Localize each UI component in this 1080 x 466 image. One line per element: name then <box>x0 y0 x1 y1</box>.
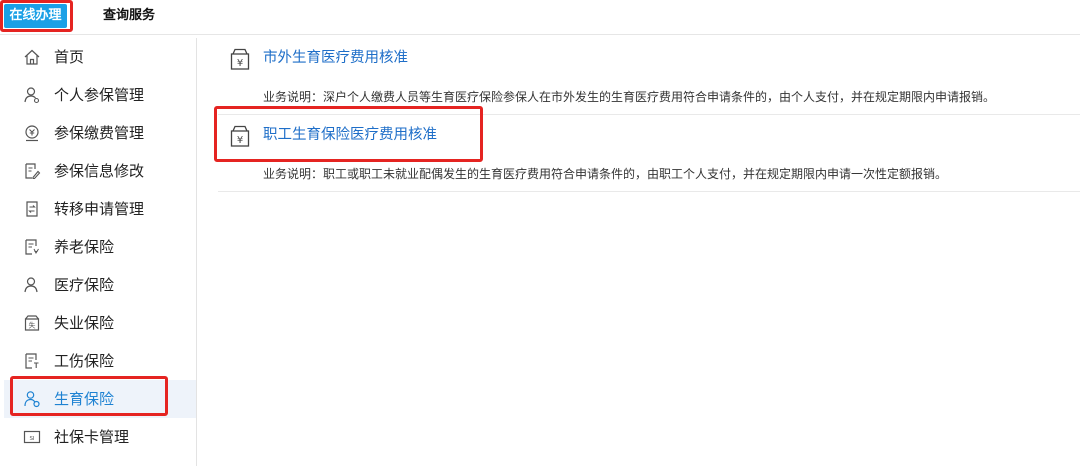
highlight-box-tab <box>0 0 73 32</box>
sidebar-item-injury[interactable]: 工伤保险 <box>4 342 196 380</box>
sidebar-item-transfer[interactable]: 转移申请管理 <box>4 190 196 228</box>
service-title[interactable]: 市外生育医疗费用核准 <box>263 46 408 67</box>
sidebar-item-payment[interactable]: 参保缴费管理 <box>4 114 196 152</box>
sidebar-item-label: 转移申请管理 <box>54 200 145 218</box>
inbox-icon: 失 <box>24 315 40 331</box>
sidebar-item-label: 首页 <box>54 48 85 66</box>
sidebar-item-label: 工伤保险 <box>54 352 115 370</box>
top-tab-bar: 在线办理 查询服务 <box>0 0 1080 32</box>
sidebar-item-label: 个人参保管理 <box>54 86 145 104</box>
sidebar-item-card[interactable]: SI 社保卡管理 <box>4 418 196 456</box>
edit-icon <box>25 163 41 180</box>
transfer-icon <box>26 201 38 217</box>
sidebar-item-unemployment[interactable]: 失 失业保险 <box>4 304 196 342</box>
sidebar-item-home[interactable]: 首页 <box>4 38 196 76</box>
yuan-bag-icon: ¥ <box>230 48 250 70</box>
svg-text:¥: ¥ <box>237 58 243 69</box>
service-description: 业务说明：职工或职工未就业配偶发生的生育医疗费用符合申请条件的，由职工个人支付，… <box>263 167 948 181</box>
document-icon <box>25 239 39 255</box>
user-icon <box>24 87 40 104</box>
tab-query-service[interactable]: 查询服务 <box>103 4 155 28</box>
divider <box>0 34 1080 35</box>
sidebar-item-label: 医疗保险 <box>54 276 115 294</box>
service-list: ¥ 市外生育医疗费用核准 业务说明：深户个人缴费人员等生育医疗保险参保人在市外发… <box>218 38 1080 466</box>
user-icon <box>24 277 38 293</box>
card-icon: SI <box>23 430 41 444</box>
svg-text:失: 失 <box>29 321 36 330</box>
sidebar-item-info-edit[interactable]: 参保信息修改 <box>4 152 196 190</box>
service-description: 业务说明：深户个人缴费人员等生育医疗保险参保人在市外发生的生育医疗费用符合申请条… <box>263 90 996 104</box>
sidebar-item-label: 失业保险 <box>54 314 115 332</box>
sidebar-item-label: 参保信息修改 <box>54 162 145 180</box>
highlight-box-sidebar <box>10 376 168 416</box>
payment-icon <box>25 125 39 142</box>
sidebar-item-label: 养老保险 <box>54 238 115 256</box>
highlight-box-service <box>214 106 483 162</box>
sidebar-item-pension[interactable]: 养老保险 <box>4 228 196 266</box>
sidebar-item-personal-insurance[interactable]: 个人参保管理 <box>4 76 196 114</box>
document-icon <box>25 353 39 369</box>
service-item: ¥ 市外生育医疗费用核准 业务说明：深户个人缴费人员等生育医疗保险参保人在市外发… <box>218 38 1080 115</box>
sidebar-item-medical[interactable]: 医疗保险 <box>4 266 196 304</box>
sidebar-item-label: 参保缴费管理 <box>54 124 145 142</box>
home-icon <box>24 49 40 65</box>
sidebar-item-label: 社保卡管理 <box>54 428 130 446</box>
svg-text:SI: SI <box>29 436 34 442</box>
